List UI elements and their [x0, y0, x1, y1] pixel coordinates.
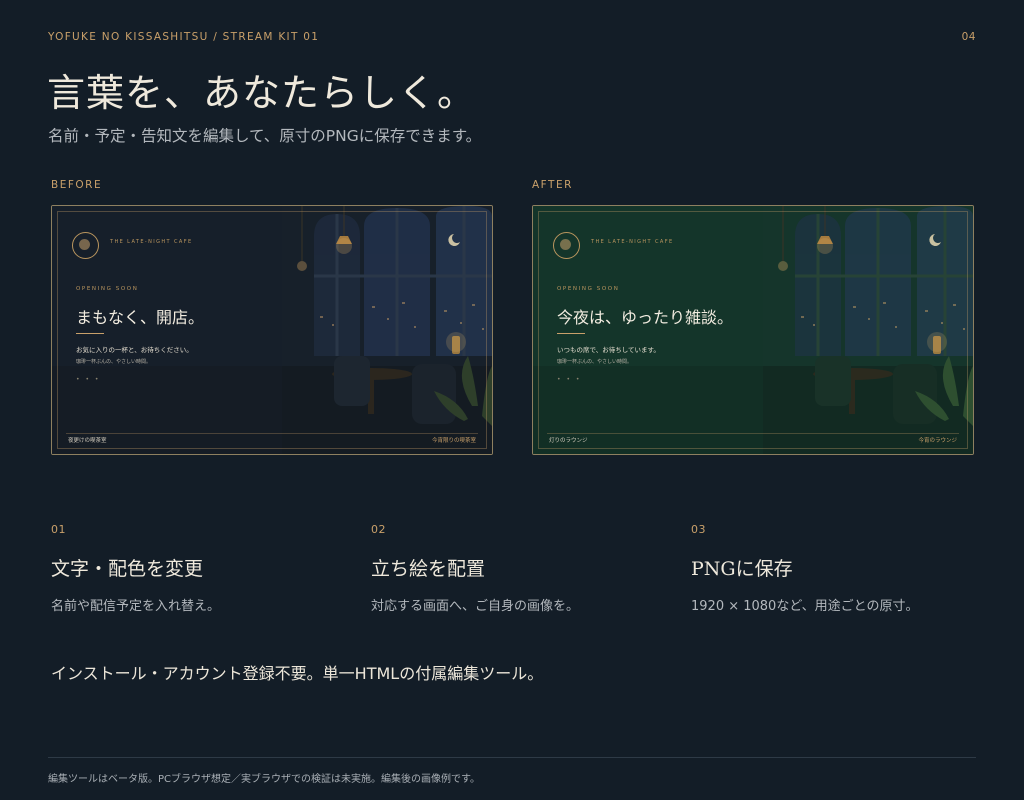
card-footer-left: 夜更けの喫茶室	[68, 438, 107, 444]
page-number: 04	[961, 31, 976, 43]
card-divider	[557, 333, 585, 334]
step-description: 1920 × 1080など、用途ごとの原寸。	[691, 599, 919, 614]
before-preview: THE LATE-NIGHT CAFE OPENING SOON まもなく、開店…	[51, 205, 493, 455]
cafe-emblem-icon	[72, 232, 99, 259]
step-number: 03	[691, 523, 706, 536]
step-edit-text: 01 文字・配色を変更 名前や配信予定を入れ替え。	[51, 523, 351, 614]
step-place-image: 02 立ち絵を配置 対応する画面へ、ご自身の画像を。	[371, 523, 671, 614]
step-save-png: 03 PNGに保存 1920 × 1080など、用途ごとの原寸。	[691, 523, 991, 614]
step-title: 立ち絵を配置	[371, 558, 486, 580]
step-number: 01	[51, 523, 66, 536]
before-label: BEFORE	[51, 179, 103, 191]
tagline: インストール・アカウント登録不要。単一HTMLの付属編集ツール。	[51, 664, 544, 683]
card-message: いつもの席で、お待ちしています。	[557, 346, 660, 354]
page-subline: 名前・予定・告知文を編集して、原寸のPNGに保存できます。	[48, 127, 482, 145]
card-submessage: 珈琲一杯ぶんの、やさしい時間。	[76, 359, 152, 365]
brand-label: YOFUKE NO KISSASHITSU / STREAM KIT 01	[48, 31, 320, 43]
footnote: 編集ツールはベータ版。PCブラウザ想定／実ブラウザでの検証は未実施。編集後の画像…	[48, 774, 481, 785]
card-footer-right: 今宵のラウンジ	[918, 438, 957, 444]
opening-kicker: OPENING SOON	[557, 286, 620, 292]
card-dots: • • •	[557, 376, 582, 383]
card-message: お気に入りの一杯と、お待ちください。	[76, 346, 193, 354]
card-title: 今夜は、ゆったり雑談。	[557, 308, 734, 327]
cafe-name: THE LATE-NIGHT CAFE	[110, 239, 193, 245]
card-submessage: 珈琲一杯ぶんの、やさしい時間。	[557, 359, 633, 365]
cafe-name: THE LATE-NIGHT CAFE	[591, 239, 674, 245]
card-footer-right: 今宵限りの喫茶室	[431, 438, 476, 444]
step-description: 対応する画面へ、ご自身の画像を。	[371, 599, 580, 614]
footer-divider	[48, 757, 976, 758]
card-title: まもなく、開店。	[76, 308, 205, 327]
top-bar: YOFUKE NO KISSASHITSU / STREAM KIT 01 04	[48, 31, 976, 47]
card-divider	[76, 333, 104, 334]
opening-kicker: OPENING SOON	[76, 286, 139, 292]
after-label: AFTER	[532, 179, 573, 191]
after-preview: THE LATE-NIGHT CAFE OPENING SOON 今夜は、ゆった…	[532, 205, 974, 455]
card-dots: • • •	[76, 376, 101, 383]
card-footer-divider	[547, 433, 959, 434]
cafe-emblem-icon	[553, 232, 580, 259]
step-description: 名前や配信予定を入れ替え。	[51, 599, 221, 614]
step-title: PNGに保存	[691, 558, 793, 580]
step-number: 02	[371, 523, 386, 536]
card-footer-left: 灯りのラウンジ	[549, 438, 588, 444]
card-footer-divider	[66, 433, 478, 434]
page-headline: 言葉を、あなたらしく。	[47, 71, 477, 115]
step-title: 文字・配色を変更	[51, 558, 204, 580]
